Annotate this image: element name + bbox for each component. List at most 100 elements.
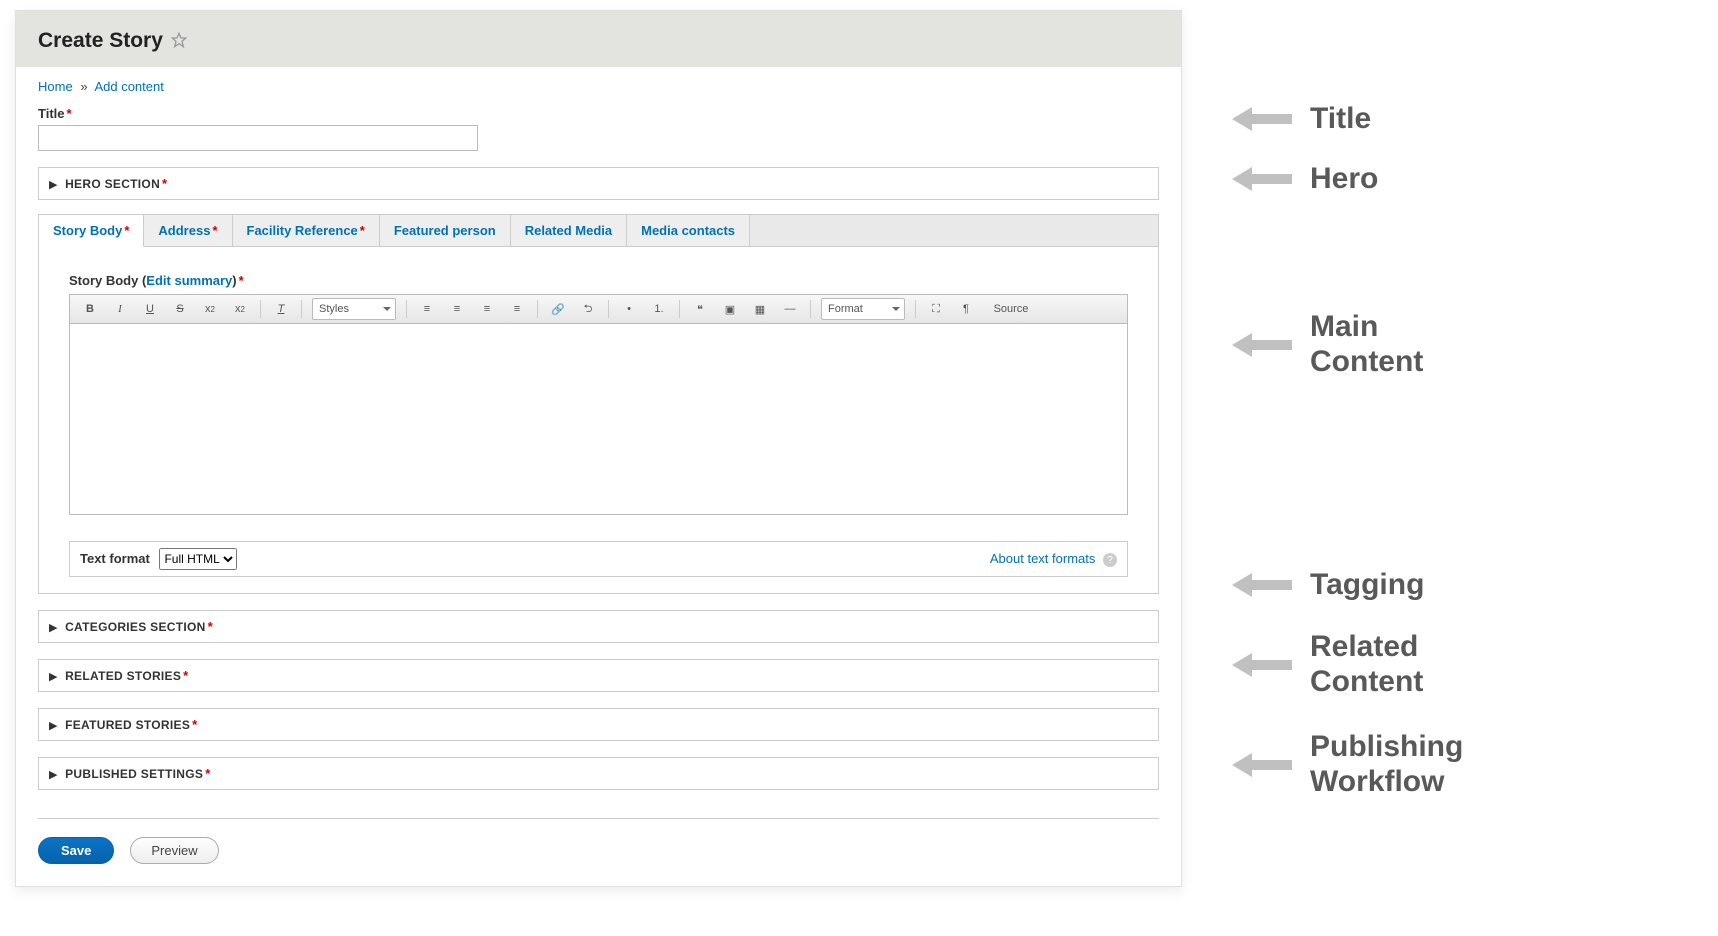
breadcrumb: Home » Add content bbox=[38, 79, 1159, 94]
annotation-label: Title bbox=[1310, 102, 1371, 137]
categories-section-fieldset[interactable]: ▶ CATEGORIES SECTION* bbox=[38, 610, 1159, 643]
hero-section-fieldset[interactable]: ▶ HERO SECTION* bbox=[38, 167, 1159, 200]
arrow-left-icon bbox=[1232, 104, 1292, 134]
align-justify-button[interactable]: ≡ bbox=[503, 298, 531, 320]
align-right-button[interactable]: ≡ bbox=[473, 298, 501, 320]
text-format-label: Text format bbox=[80, 551, 150, 566]
story-body-label: Story Body (Edit summary)* bbox=[69, 273, 1128, 288]
page-header: Create Story bbox=[16, 11, 1181, 67]
content-tabs-wrapper: Story Body* Address* Facility Reference*… bbox=[38, 214, 1159, 594]
tab-story-body[interactable]: Story Body* bbox=[39, 215, 144, 247]
edit-summary-link[interactable]: Edit summary bbox=[146, 273, 232, 288]
align-left-button[interactable]: ≡ bbox=[413, 298, 441, 320]
tab-pane-story-body: Story Body (Edit summary)* B I U S x2 x2 bbox=[39, 246, 1158, 593]
title-field-wrapper: Title* bbox=[38, 106, 1159, 151]
numbered-list-button[interactable]: 1. bbox=[645, 298, 673, 320]
arrow-left-icon bbox=[1232, 650, 1292, 680]
tab-facility-reference[interactable]: Facility Reference* bbox=[233, 215, 380, 246]
blockquote-button[interactable]: ❝ bbox=[686, 298, 714, 320]
expand-icon: ▶ bbox=[49, 720, 57, 732]
italic-button[interactable]: I bbox=[106, 298, 134, 320]
featured-stories-fieldset[interactable]: ▶ FEATURED STORIES* bbox=[38, 708, 1159, 741]
annotation-publishing-workflow: Publishing Workflow bbox=[1232, 730, 1463, 799]
tab-label: Related Media bbox=[525, 223, 612, 238]
toolbar-separator bbox=[608, 300, 609, 318]
cms-form-panel: Create Story Home » Add content Title* ▶ bbox=[15, 10, 1182, 887]
tab-featured-person[interactable]: Featured person bbox=[380, 215, 511, 246]
styles-combo[interactable]: Styles bbox=[312, 298, 396, 320]
annotation-hero: Hero bbox=[1232, 162, 1378, 197]
remove-format-button[interactable]: T bbox=[267, 298, 295, 320]
tab-label: Media contacts bbox=[641, 223, 735, 238]
tab-label: Story Body bbox=[53, 223, 122, 238]
required-marker: * bbox=[192, 717, 197, 732]
arrow-left-icon bbox=[1232, 330, 1292, 360]
toolbar-separator bbox=[810, 300, 811, 318]
published-settings-fieldset[interactable]: ▶ PUBLISHED SETTINGS* bbox=[38, 757, 1159, 790]
action-buttons: Save Preview bbox=[38, 837, 1159, 864]
expand-icon: ▶ bbox=[49, 179, 57, 191]
required-marker: * bbox=[360, 223, 365, 238]
breadcrumb-home[interactable]: Home bbox=[38, 79, 73, 94]
star-icon[interactable] bbox=[167, 35, 187, 50]
arrow-left-icon bbox=[1232, 164, 1292, 194]
editor-toolbar: B I U S x2 x2 T Styles ≡ ≡ bbox=[70, 295, 1127, 324]
tab-address[interactable]: Address* bbox=[144, 215, 232, 246]
editor-content-area[interactable] bbox=[70, 324, 1127, 514]
required-marker: * bbox=[162, 176, 167, 191]
strikethrough-button[interactable]: S bbox=[166, 298, 194, 320]
annotation-label: Publishing Workflow bbox=[1310, 730, 1463, 799]
link-button[interactable]: 🔗 bbox=[544, 298, 572, 320]
format-combo[interactable]: Format bbox=[821, 298, 905, 320]
tab-label: Facility Reference bbox=[247, 223, 358, 238]
required-marker: * bbox=[208, 619, 213, 634]
underline-button[interactable]: U bbox=[136, 298, 164, 320]
toolbar-separator bbox=[406, 300, 407, 318]
image-button[interactable]: ▣ bbox=[716, 298, 744, 320]
annotation-title: Title bbox=[1232, 102, 1371, 137]
required-marker: * bbox=[239, 273, 244, 288]
unlink-button[interactable]: ⮌ bbox=[574, 298, 602, 320]
annotation-label: Hero bbox=[1310, 162, 1378, 197]
align-center-button[interactable]: ≡ bbox=[443, 298, 471, 320]
superscript-button[interactable]: x2 bbox=[196, 298, 224, 320]
categories-section-label: CATEGORIES SECTION bbox=[65, 620, 206, 634]
annotation-label: Tagging bbox=[1310, 568, 1424, 603]
source-button[interactable]: Source bbox=[982, 298, 1040, 320]
body-label-suffix: ) bbox=[232, 273, 236, 288]
page-title: Create Story bbox=[38, 29, 163, 53]
body-label-prefix: Story Body ( bbox=[69, 273, 146, 288]
bulleted-list-button[interactable]: • bbox=[615, 298, 643, 320]
show-blocks-button[interactable]: ¶ bbox=[952, 298, 980, 320]
toolbar-separator bbox=[915, 300, 916, 318]
expand-icon: ▶ bbox=[49, 671, 57, 683]
expand-icon: ▶ bbox=[49, 769, 57, 781]
content-tabs: Story Body* Address* Facility Reference*… bbox=[39, 214, 1158, 246]
expand-icon: ▶ bbox=[49, 622, 57, 634]
about-text-formats-link[interactable]: About text formats bbox=[990, 551, 1096, 566]
bold-button[interactable]: B bbox=[76, 298, 104, 320]
annotation-tagging: Tagging bbox=[1232, 568, 1424, 603]
horizontal-rule-button[interactable]: — bbox=[776, 298, 804, 320]
breadcrumb-add-content[interactable]: Add content bbox=[94, 79, 163, 94]
save-button[interactable]: Save bbox=[38, 837, 114, 864]
annotation-label: Related Content bbox=[1310, 630, 1423, 699]
text-format-bar: Text format Full HTML About text formats… bbox=[69, 541, 1128, 577]
subscript-button[interactable]: x2 bbox=[226, 298, 254, 320]
toolbar-separator bbox=[679, 300, 680, 318]
annotation-related-content: Related Content bbox=[1232, 630, 1423, 699]
arrow-left-icon bbox=[1232, 750, 1292, 780]
maximize-button[interactable]: ⛶ bbox=[922, 298, 950, 320]
related-stories-fieldset[interactable]: ▶ RELATED STORIES* bbox=[38, 659, 1159, 692]
published-settings-label: PUBLISHED SETTINGS bbox=[65, 767, 203, 781]
rich-text-editor: B I U S x2 x2 T Styles ≡ ≡ bbox=[69, 294, 1128, 515]
toolbar-separator bbox=[537, 300, 538, 318]
tab-media-contacts[interactable]: Media contacts bbox=[627, 215, 750, 246]
table-button[interactable]: ▦ bbox=[746, 298, 774, 320]
help-icon[interactable]: ? bbox=[1103, 553, 1117, 567]
title-input[interactable] bbox=[38, 125, 478, 151]
preview-button[interactable]: Preview bbox=[130, 837, 218, 864]
title-label: Title bbox=[38, 106, 65, 121]
tab-related-media[interactable]: Related Media bbox=[511, 215, 627, 246]
text-format-select[interactable]: Full HTML bbox=[159, 548, 237, 570]
